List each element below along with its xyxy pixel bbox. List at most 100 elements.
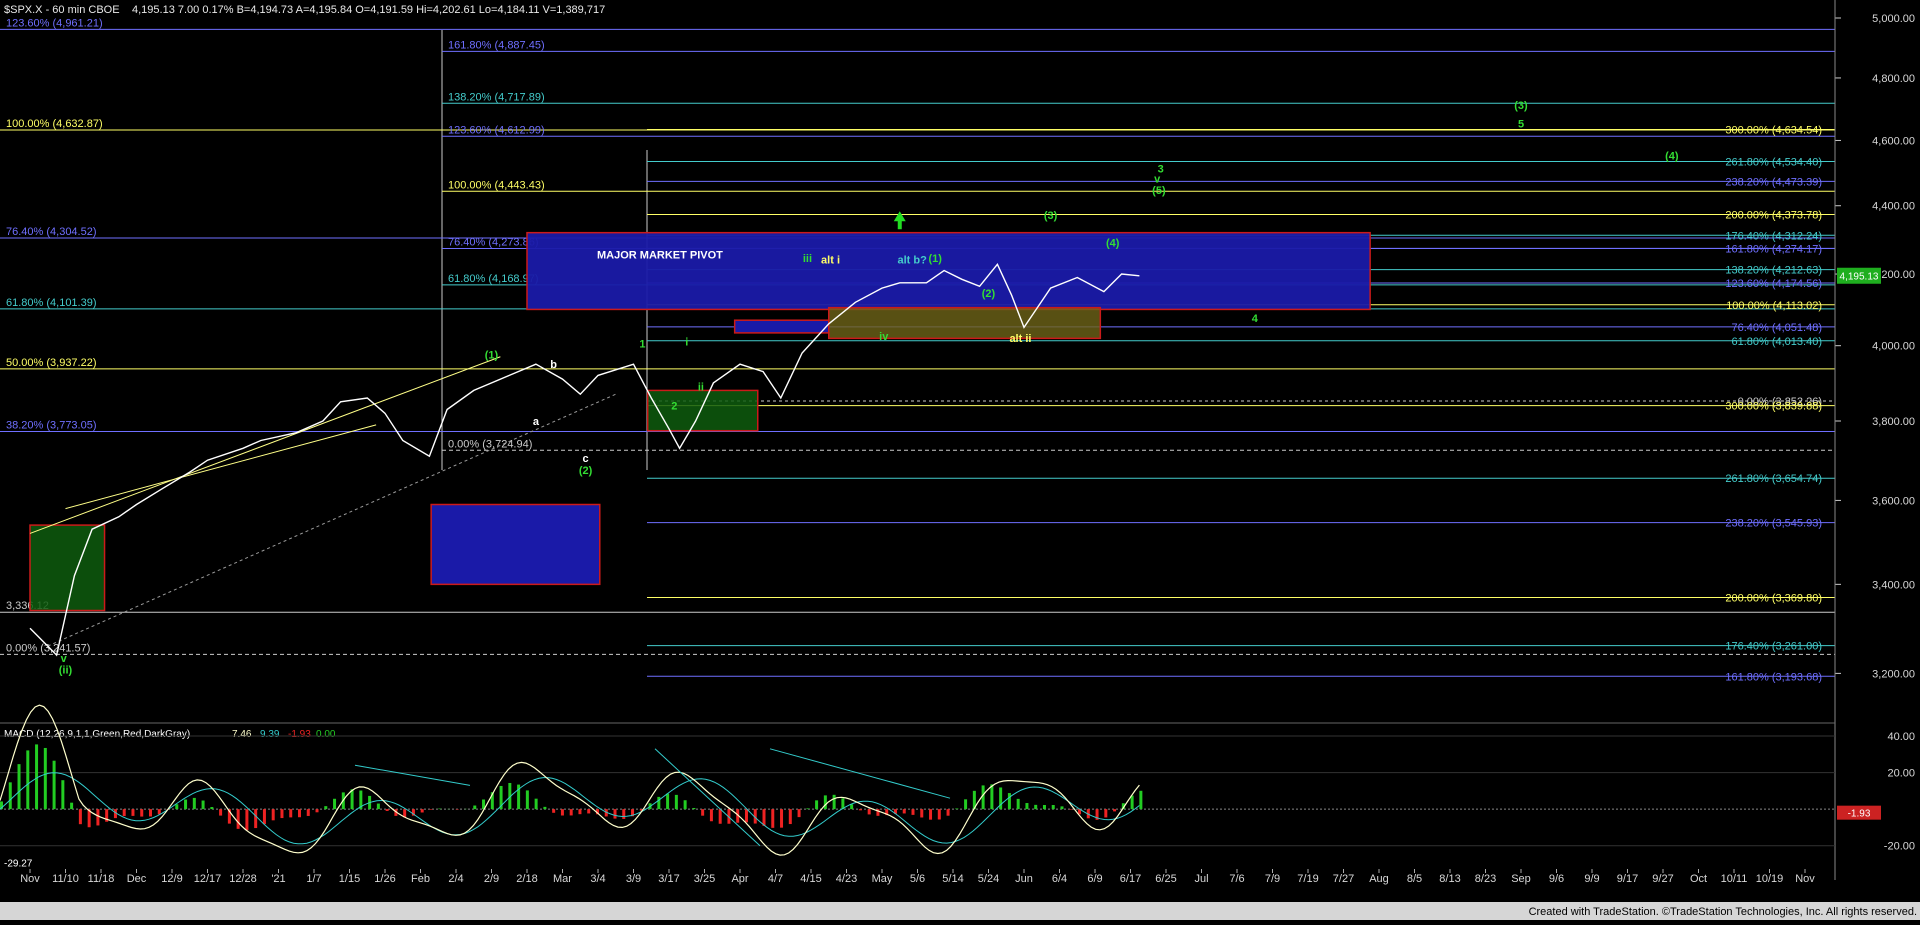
price-chart[interactable]: 123.60% (4,961.21)100.00% (4,632.87)76.4… <box>0 0 1920 920</box>
macd-hist-bar <box>1017 799 1020 809</box>
macd-hist-bar <box>719 809 722 824</box>
macd-hist-bar <box>868 809 871 814</box>
fib-label-right: 261.80% (4,534.40) <box>1725 157 1822 169</box>
x-tick-label: Jul <box>1194 873 1208 885</box>
wave-label: ii <box>698 381 704 393</box>
macd-value: 0.00 <box>316 729 336 740</box>
fib-label-left: 50.00% (3,937.22) <box>6 357 97 369</box>
macd-hist-bar <box>131 809 134 816</box>
macd-hist-bar <box>938 809 941 819</box>
macd-hist-bar <box>806 808 809 809</box>
fib-label-right: 176.40% (3,261.00) <box>1725 641 1822 653</box>
x-tick-label: 11/10 <box>52 873 79 885</box>
fib-label-mid: 123.60% (4,612.99) <box>448 124 545 136</box>
fib-label-right: 200.00% (3,369.80) <box>1725 592 1822 604</box>
macd-hist-bar <box>990 784 993 809</box>
fib-label-left: 0.00% (3,241.57) <box>6 642 90 654</box>
fib-label-right: 161.80% (4,274.17) <box>1725 243 1822 255</box>
x-tick-label: '21 <box>271 873 285 885</box>
macd-min-label: -29.27 <box>4 859 33 870</box>
macd-hist-bar <box>771 809 774 828</box>
macd-hist-bar <box>316 809 319 812</box>
y-tick-label: 3,800.00 <box>1872 416 1915 428</box>
x-tick-label: 4/15 <box>800 873 821 885</box>
x-tick-label: Aug <box>1369 873 1389 885</box>
fib-label-right: 238.20% (3,545.93) <box>1725 518 1822 530</box>
x-tick-label: 6/4 <box>1052 873 1067 885</box>
macd-hist-bar <box>377 804 380 810</box>
macd-hist-bar <box>526 790 529 809</box>
wave-label: (ii) <box>59 664 73 676</box>
x-tick-label: 9/27 <box>1652 873 1673 885</box>
x-tick-label: 2/9 <box>484 873 499 885</box>
macd-hist-bar <box>912 809 915 815</box>
x-tick-label: Sep <box>1511 873 1531 885</box>
fib-label-mid: 0.00% (3,724.94) <box>448 438 532 450</box>
y-tick-label: 4,000.00 <box>1872 341 1915 353</box>
macd-value: 9.39 <box>260 729 280 740</box>
macd-y-tick: 20.00 <box>1887 768 1915 780</box>
macd-hist-bar <box>245 809 248 830</box>
x-tick-label: 10/19 <box>1756 873 1784 885</box>
x-tick-label: 5/24 <box>978 873 999 885</box>
macd-title: MACD (12,26,9,1,1,Green,Red,DarkGray) <box>4 729 190 740</box>
y-tick-label: 5,000.00 <box>1872 13 1915 25</box>
macd-hist-bar <box>798 809 801 817</box>
macd-hist-bar <box>552 809 555 813</box>
macd-hist-bar <box>307 809 310 816</box>
x-tick-label: 7/9 <box>1265 873 1280 885</box>
x-tick-label: 2/4 <box>448 873 463 885</box>
x-tick-label: 4/23 <box>836 873 857 885</box>
x-tick-label: 2/18 <box>516 873 537 885</box>
x-tick-label: 10/11 <box>1721 873 1748 885</box>
macd-y-tick: -20.00 <box>1884 841 1915 853</box>
fib-label-right: 300.00% (4,634.54) <box>1725 124 1822 136</box>
fib-label-mid: 61.80% (4,168.97) <box>448 273 539 285</box>
fib-label-right: 261.80% (3,654.74) <box>1725 473 1822 485</box>
macd-hist-bar <box>324 806 327 809</box>
macd-hist-bar <box>386 809 389 811</box>
y-tick-label: 4,800.00 <box>1872 73 1915 85</box>
macd-y-tick: 40.00 <box>1887 731 1915 743</box>
y-tick-label: 3,200.00 <box>1872 668 1915 680</box>
x-tick-label: 7/27 <box>1333 873 1354 885</box>
macd-hist-bar <box>710 809 713 821</box>
x-tick-label: 1/26 <box>374 873 395 885</box>
macd-hist-bar <box>219 809 222 815</box>
wave-label: alt b? <box>898 255 928 267</box>
chart-header-symbol: $SPX.X - 60 min CBOE <box>4 4 120 16</box>
wave-label: alt ii <box>1009 333 1031 345</box>
macd-hist-bar <box>666 794 669 809</box>
x-tick-label: Dec <box>127 873 147 885</box>
macd-hist-bar <box>1034 805 1037 809</box>
macd-hist-bar <box>947 809 950 816</box>
fib-label-left: 38.20% (3,773.05) <box>6 419 97 431</box>
fib-label-right: 161.80% (3,193.68) <box>1725 671 1822 683</box>
macd-hist-bar <box>272 809 275 820</box>
zone-navy-3 <box>431 504 600 584</box>
x-tick-label: May <box>872 873 893 885</box>
fib-label-right: 300.00% (3,839.88) <box>1725 401 1822 413</box>
fib-label-mid: 161.80% (4,887.45) <box>448 39 545 51</box>
macd-hist-bar <box>561 809 564 815</box>
macd-hist-bar <box>570 809 573 815</box>
fib-label-mid: 100.00% (4,443.43) <box>448 179 545 191</box>
macd-hist-bar <box>53 761 56 809</box>
wave-label: (4) <box>1665 151 1679 163</box>
x-tick-label: 7/19 <box>1297 873 1318 885</box>
x-tick-label: Nov <box>1795 873 1815 885</box>
macd-hist-bar <box>1104 809 1107 817</box>
zone-green-2 <box>648 390 758 430</box>
macd-hist-bar <box>96 809 99 825</box>
macd-hist-bar <box>351 789 354 809</box>
macd-hist-bar <box>675 795 678 809</box>
macd-hist-bar <box>1139 791 1142 809</box>
footer-credit: Created with TradeStation. ©TradeStation… <box>1529 906 1917 918</box>
macd-hist-bar <box>70 803 73 809</box>
macd-hist-bar <box>1113 809 1116 811</box>
x-tick-label: 3/17 <box>658 873 679 885</box>
wave-label: (4) <box>1106 237 1120 249</box>
x-tick-label: 5/14 <box>942 873 963 885</box>
x-tick-label: Jun <box>1015 873 1033 885</box>
wave-label: (3) <box>1514 100 1528 112</box>
